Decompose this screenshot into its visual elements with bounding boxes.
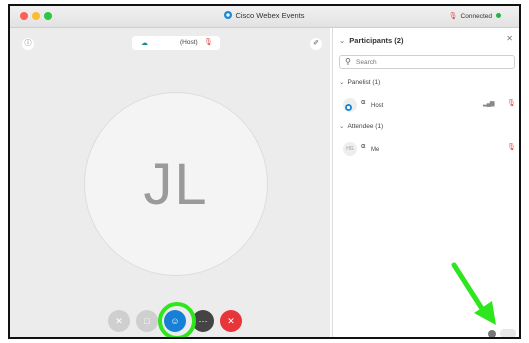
webex-logo-icon [224,11,233,19]
mic-off-icon: ✕ [115,316,123,326]
cloud-icon: ☁ [141,40,148,47]
leave-button[interactable]: ✕ [220,310,242,332]
chat-toggle-button[interactable] [500,329,516,337]
mute-button[interactable]: ✕ [108,310,130,332]
close-icon: ✕ [227,316,235,326]
search-icon: ⚲ [345,57,351,66]
participant-row[interactable]: HG ⍺ Me 🎙 [339,140,516,158]
mic-muted-icon: 🎙 [507,100,516,107]
title-bar: Cisco Webex Events 🎙 Connected [10,6,519,28]
mic-muted-icon: 🎙 [204,39,213,46]
connected-indicator-icon [496,13,501,18]
settings-icon[interactable] [488,330,496,337]
participants-header: ⌄ Participants (2) [339,36,403,45]
chevron-down-icon[interactable]: ⌄ [339,36,345,45]
app-window: Cisco Webex Events 🎙 Connected ⓘ ☁ (Host)… [8,4,521,339]
avatar: HG [343,142,357,156]
window-title-container: Cisco Webex Events [10,11,519,20]
panelist-section-label: Panelist (1) [347,79,381,86]
chevron-down-icon: ⌄ [339,79,345,86]
search-input[interactable] [356,58,506,67]
participant-name: Me [371,147,380,153]
info-icon[interactable]: ⓘ [22,38,34,50]
webex-badge-icon [345,104,352,111]
pin-icon[interactable]: ✐ [310,38,322,50]
mic-muted-icon: 🎙 [507,144,516,151]
highlight-ring [158,302,196,337]
connection-status: 🎙 Connected [449,12,501,20]
active-speaker-bar: ☁ (Host) 🎙 [132,36,220,50]
chevron-down-icon: ⌄ [339,123,345,130]
panelist-section-header[interactable]: ⌄ Panelist (1) [339,78,380,86]
host-label: (Host) [180,39,198,46]
attendee-section-label: Attendee (1) [347,123,384,130]
signal-bars-icon: ▂▄▆ [483,101,495,107]
participant-name: Host [371,103,384,109]
video-button[interactable]: □ [136,310,158,332]
close-panel-icon[interactable]: ✕ [506,34,513,43]
participants-title: Participants (2) [349,36,404,45]
headphones-icon: ⍺ [361,143,366,150]
more-icon: ⋯ [198,316,208,326]
attendee-section-header[interactable]: ⌄ Attendee (1) [339,122,383,130]
green-arrow-icon [451,262,496,325]
video-off-icon: □ [144,316,150,326]
participant-row[interactable]: ⍺ Host ▂▄▆ 🎙 [339,96,516,114]
connection-label: Connected [460,13,492,20]
video-stage: ⓘ ☁ (Host) 🎙 ✐ JL ✕ □ ☺ ⋯ ✕ [10,28,330,337]
window-title: Cisco Webex Events [235,11,305,20]
search-box[interactable]: ⚲ [339,55,515,69]
mic-muted-icon: 🎙 [448,13,458,20]
headphones-icon: ⍺ [361,99,366,106]
speaker-avatar: JL [84,92,268,276]
